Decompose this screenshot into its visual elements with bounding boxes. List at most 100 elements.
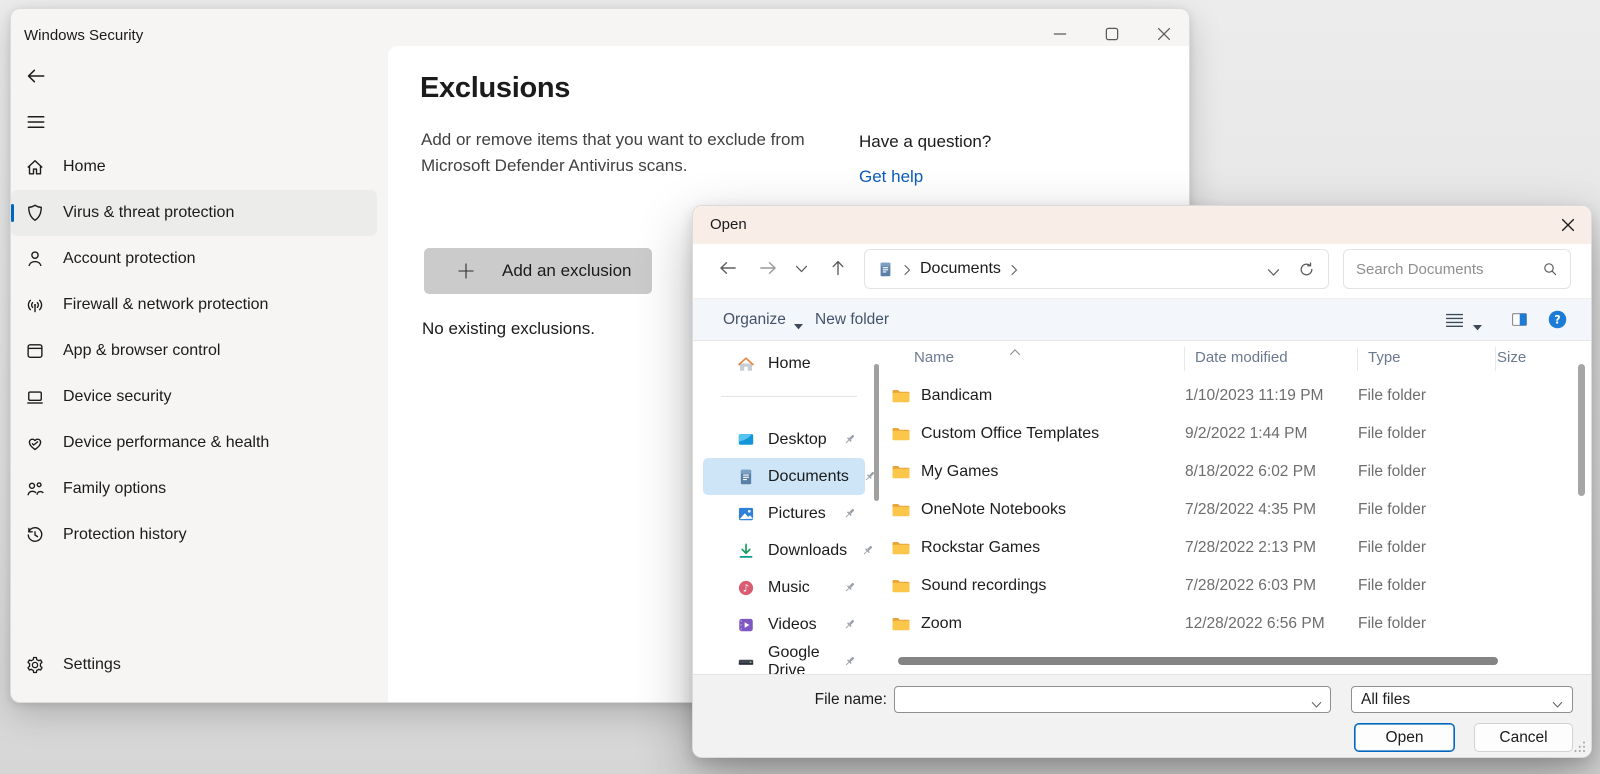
place-item[interactable]: Desktop (703, 421, 865, 458)
documents-icon (737, 468, 755, 486)
file-type-select[interactable]: All files (1351, 686, 1573, 713)
sidebar-item-label: Settings (63, 656, 121, 674)
home-icon (25, 157, 45, 177)
desktop-icon (737, 431, 755, 449)
sidebar-item[interactable]: Device performance & health (11, 420, 377, 466)
sidebar-item[interactable]: Virus & threat protection (11, 190, 377, 236)
maximize-button[interactable] (1103, 25, 1121, 43)
folder-icon (891, 540, 911, 556)
close-button[interactable] (1155, 25, 1173, 43)
help-title: Have a question? (859, 132, 991, 152)
column-header-size[interactable]: Size (1497, 349, 1526, 366)
file-name: My Games (921, 463, 1185, 481)
sidebar-item-settings[interactable]: Settings (11, 642, 377, 688)
pin-icon (842, 432, 857, 447)
file-row[interactable]: Sound recordings 7/28/2022 6:03 PM File … (883, 567, 1546, 605)
sidebar-item-label: Device performance & health (63, 434, 269, 452)
menu-button[interactable] (25, 111, 47, 133)
chevron-down-icon (794, 317, 803, 323)
file-name-dropdown-chevron-icon[interactable] (1311, 696, 1322, 703)
dialog-close-button[interactable] (1559, 216, 1577, 234)
new-folder-button[interactable]: New folder (815, 299, 889, 340)
videos-icon (737, 616, 755, 634)
sidebar-item[interactable]: App & browser control (11, 328, 377, 374)
file-type: File folder (1358, 539, 1495, 557)
file-row[interactable]: Rockstar Games 7/28/2022 2:13 PM File fo… (883, 529, 1546, 567)
column-divider (1184, 347, 1185, 371)
pinned-places: Desktop Documents Pictures Downloads ♪ M… (703, 421, 865, 680)
column-header-date[interactable]: Date modified (1195, 349, 1288, 366)
nav-forward-button[interactable] (757, 257, 779, 279)
music-icon: ♪ (737, 579, 755, 597)
column-divider (1495, 347, 1496, 371)
sidebar-item[interactable]: Protection history (11, 512, 377, 558)
view-options-button[interactable] (1445, 311, 1482, 329)
vertical-scrollbar[interactable] (1578, 364, 1585, 496)
help-button[interactable]: ? (1548, 310, 1567, 329)
address-bar[interactable]: Documents (864, 249, 1329, 289)
file-row[interactable]: OneNote Notebooks 7/28/2022 4:35 PM File… (883, 491, 1546, 529)
add-exclusion-button[interactable]: Add an exclusion (424, 248, 652, 294)
refresh-icon[interactable] (1298, 261, 1315, 278)
preview-pane-button[interactable] (1511, 311, 1528, 328)
place-item[interactable]: Pictures (703, 495, 865, 532)
place-home[interactable]: Home (703, 348, 865, 380)
file-type: File folder (1358, 387, 1495, 405)
file-row[interactable]: Bandicam 1/10/2023 11:19 PM File folder (883, 377, 1546, 415)
place-label: Pictures (768, 505, 826, 523)
shield-icon (25, 203, 45, 223)
horizontal-scrollbar[interactable] (898, 657, 1498, 665)
sidebar-item-label: Firewall & network protection (63, 296, 268, 314)
file-name: Zoom (921, 615, 1185, 633)
place-item[interactable]: Downloads (703, 532, 865, 569)
column-header-type[interactable]: Type (1368, 349, 1401, 366)
file-name-label: File name: (781, 691, 887, 709)
file-row[interactable]: My Games 8/18/2022 6:02 PM File folder (883, 453, 1546, 491)
organize-menu[interactable]: Organize (723, 299, 803, 340)
place-item[interactable]: ♪ Music (703, 569, 865, 606)
place-item[interactable]: Documents (703, 458, 865, 495)
file-row[interactable]: Custom Office Templates 9/2/2022 1:44 PM… (883, 415, 1546, 453)
open-button[interactable]: Open (1354, 723, 1455, 752)
sidebar-item-label: Virus & threat protection (63, 204, 234, 222)
sidebar-item[interactable]: Home (11, 144, 377, 190)
command-toolbar: Organize New folder ? (693, 298, 1591, 341)
file-row[interactable]: Zoom 12/28/2022 6:56 PM File folder (883, 605, 1546, 643)
place-label: Home (768, 355, 811, 373)
sidebar-item[interactable]: Account protection (11, 236, 377, 282)
sidebar-item[interactable]: Device security (11, 374, 377, 420)
back-button[interactable] (25, 65, 47, 87)
nav-up-button[interactable] (828, 258, 848, 278)
home-colored-icon (737, 355, 755, 373)
place-item[interactable]: Videos (703, 606, 865, 643)
resize-grip-icon[interactable] (1573, 740, 1586, 753)
file-name: Rockstar Games (921, 539, 1185, 557)
file-date: 1/10/2023 11:19 PM (1185, 387, 1358, 405)
nav-back-button[interactable] (717, 257, 739, 279)
file-name: Sound recordings (921, 577, 1185, 595)
cancel-button[interactable]: Cancel (1474, 723, 1573, 752)
dialog-footer: File name: All files Open Cancel (693, 674, 1591, 757)
column-header-name[interactable]: Name (914, 349, 954, 366)
file-list-header: Name Date modified Type Size (883, 345, 1546, 371)
folder-icon (891, 464, 911, 480)
file-type-value: All files (1361, 691, 1552, 709)
recent-locations-button[interactable] (795, 264, 808, 274)
chevron-down-icon (1552, 696, 1563, 703)
breadcrumb-segment[interactable]: Documents (920, 260, 1001, 278)
search-input[interactable] (1356, 261, 1542, 278)
sidebar-item[interactable]: Firewall & network protection (11, 282, 377, 328)
get-help-link[interactable]: Get help (859, 167, 923, 187)
sidebar-item[interactable]: Family options (11, 466, 377, 512)
file-name-input[interactable] (903, 691, 1311, 708)
chevron-down-icon (1473, 317, 1482, 323)
file-date: 7/28/2022 4:35 PM (1185, 501, 1358, 519)
minimize-button[interactable] (1051, 25, 1069, 43)
file-rows: Bandicam 1/10/2023 11:19 PM File folder … (883, 377, 1546, 643)
svg-text:?: ? (1554, 314, 1560, 327)
sidebar-item-label: App & browser control (63, 342, 220, 360)
file-type: File folder (1358, 425, 1495, 443)
firewall-icon (25, 295, 45, 315)
address-dropdown-chevron-icon[interactable] (1267, 264, 1280, 274)
sidebar-scrollbar[interactable] (874, 364, 879, 501)
